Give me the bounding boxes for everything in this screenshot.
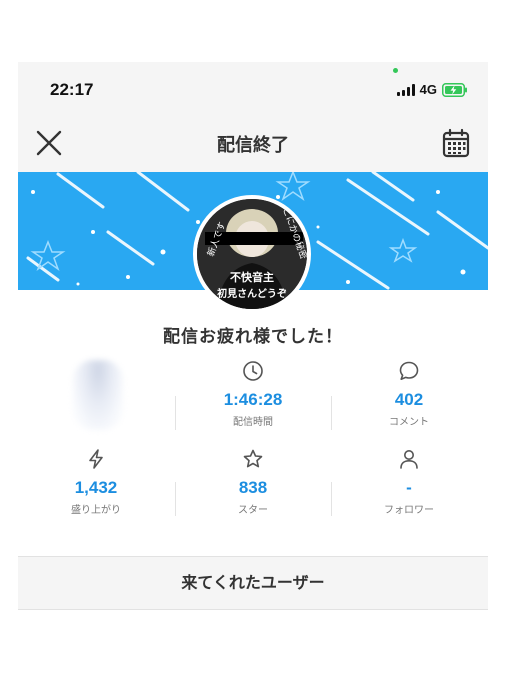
stat-duration-value: 1:46:28	[223, 390, 283, 409]
comment-icon	[399, 361, 419, 380]
stat-duration: 1:46:28 配信時間	[175, 360, 331, 428]
stat-followers: - フォロワー	[331, 448, 487, 516]
status-indicators: 4G	[396, 82, 468, 97]
stat-hype-value: 1,432	[74, 478, 118, 497]
lightning-icon	[89, 449, 103, 469]
stat-divider	[175, 396, 176, 430]
nav-header: 配信終了	[18, 112, 488, 172]
phone-screen: 22:17 4G 配信終了 不快音主 初見さんどうぞ 新人です ごにかの秘密 配…	[18, 62, 488, 622]
blurred-stat	[73, 360, 123, 430]
stat-duration-label: 配信時間	[233, 417, 273, 428]
battery-icon	[442, 82, 467, 97]
stat-comments: 402 コメント	[331, 360, 487, 428]
stat-followers-value: -	[406, 478, 412, 497]
visitors-button[interactable]: 来てくれたユーザー	[18, 556, 488, 610]
person-icon	[400, 450, 418, 469]
stat-divider	[331, 482, 332, 516]
stat-hype-label: 盛り上がり	[71, 505, 121, 516]
clock-icon	[243, 361, 263, 381]
page-title: 配信終了	[217, 135, 289, 156]
privacy-indicator-dot	[393, 68, 398, 73]
avatar-image: 不快音主 初見さんどうぞ 新人です ごにかの秘密	[197, 199, 307, 309]
stat-stars: 838 スター	[175, 448, 331, 516]
stat-stars-value: 838	[238, 478, 268, 497]
stat-stars-label: スター	[238, 505, 268, 516]
stat-divider	[175, 482, 176, 516]
stat-comments-value: 402	[394, 390, 424, 409]
avatar-text-1: 不快音主	[230, 270, 274, 284]
stat-hype: 1,432 盛り上がり	[18, 448, 174, 516]
avatar[interactable]: 不快音主 初見さんどうぞ 新人です ごにかの秘密	[193, 195, 311, 313]
status-bar: 22:17 4G	[18, 62, 488, 112]
network-type: 4G	[419, 82, 437, 97]
stat-followers-label: フォロワー	[384, 505, 434, 516]
stat-divider	[331, 396, 332, 430]
stat-comments-label: コメント	[389, 417, 429, 428]
end-message: 配信お疲れ様でした！	[163, 327, 343, 347]
star-icon	[243, 449, 263, 468]
signal-icon	[396, 83, 415, 96]
calendar-icon[interactable]	[442, 128, 470, 158]
avatar-text-2: 初見さんどうぞ	[217, 287, 287, 300]
status-time: 22:17	[50, 80, 94, 99]
